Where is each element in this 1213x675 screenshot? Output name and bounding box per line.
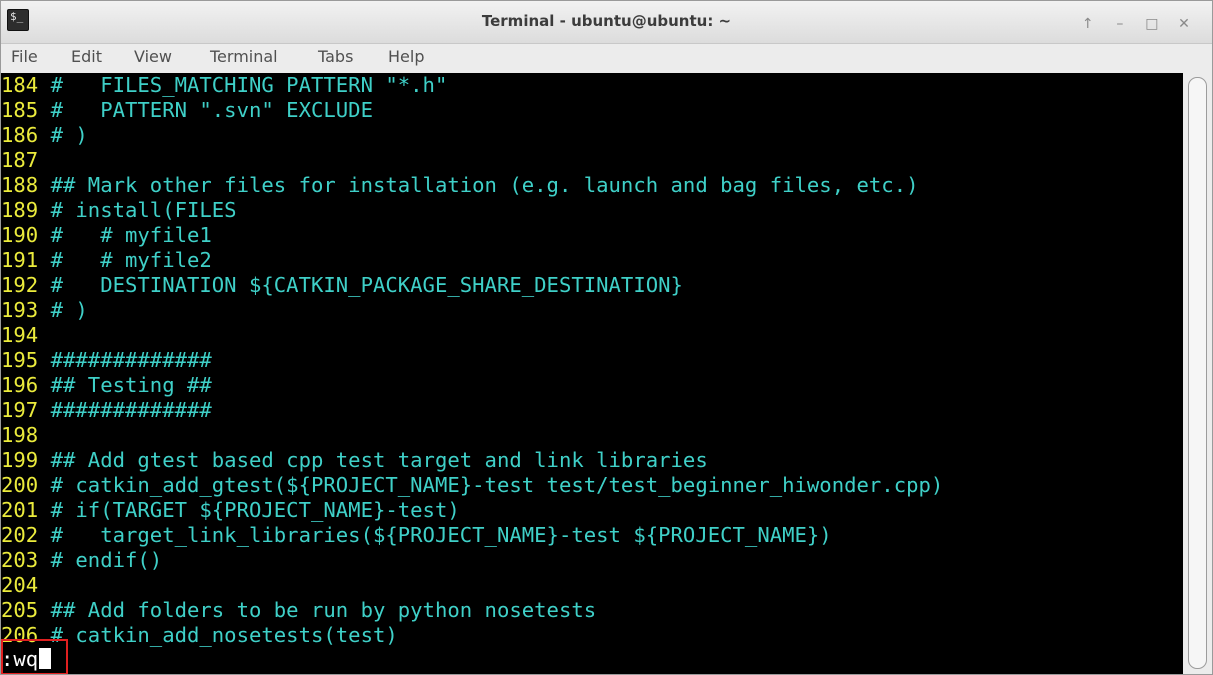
code-line: 194 — [1, 323, 38, 348]
menu-file[interactable]: File — [11, 47, 38, 66]
line-number: 205 — [1, 598, 39, 622]
code-line: 191 # # myfile2 — [1, 248, 212, 273]
line-number: 193 — [1, 298, 39, 322]
menu-terminal[interactable]: Terminal — [210, 47, 278, 66]
code-line: 189 # install(FILES — [1, 198, 237, 223]
line-number: 195 — [1, 348, 39, 372]
code-line: 203 # endif() — [1, 548, 162, 573]
line-number: 201 — [1, 498, 39, 522]
menu-tabs[interactable]: Tabs — [318, 47, 353, 66]
line-number: 187 — [1, 148, 39, 172]
menu-bar: File Edit View Terminal Tabs Help — [1, 44, 1212, 72]
code-line: 184 # FILES_MATCHING PATTERN "*.h" — [1, 73, 447, 98]
code-line: 193 # ) — [1, 298, 88, 323]
line-text: ############# — [38, 348, 212, 372]
code-line: 195 ############# — [1, 348, 212, 373]
line-number: 202 — [1, 523, 39, 547]
code-line: 187 — [1, 148, 38, 173]
line-text: # # myfile2 — [38, 248, 212, 272]
line-text: # install(FILES — [38, 198, 237, 222]
scrollbar-thumb[interactable] — [1188, 77, 1207, 669]
line-text: ## Add folders to be run by python noset… — [38, 598, 597, 622]
line-text: # endif() — [38, 548, 163, 572]
line-text: ############# — [38, 398, 212, 422]
line-text: ## Add gtest based cpp test target and l… — [38, 448, 708, 472]
code-line: 198 — [1, 423, 38, 448]
line-text: # if(TARGET ${PROJECT_NAME}-test) — [38, 498, 460, 522]
line-number: 188 — [1, 173, 39, 197]
line-text: ## Testing ## — [38, 373, 212, 397]
code-line: 186 # ) — [1, 123, 88, 148]
minimize-icon[interactable]: – — [1108, 15, 1132, 33]
line-text: # DESTINATION ${CATKIN_PACKAGE_SHARE_DES… — [38, 273, 683, 297]
line-number: 185 — [1, 98, 39, 122]
line-number: 192 — [1, 273, 39, 297]
line-number: 186 — [1, 123, 39, 147]
keep-above-icon[interactable]: ↑ — [1076, 15, 1100, 33]
line-number: 196 — [1, 373, 39, 397]
line-number: 184 — [1, 73, 39, 97]
line-number: 197 — [1, 398, 39, 422]
line-text: # target_link_libraries(${PROJECT_NAME}-… — [38, 523, 832, 547]
code-line: 202 # target_link_libraries(${PROJECT_NA… — [1, 523, 832, 548]
terminal-window: $_ Terminal - ubuntu@ubuntu: ~ ↑ – □ ✕ F… — [0, 0, 1213, 675]
line-text: # ) — [38, 123, 88, 147]
line-text: # # myfile1 — [38, 223, 212, 247]
menu-edit[interactable]: Edit — [71, 47, 102, 66]
highlight-box — [1, 639, 68, 674]
code-line: 201 # if(TARGET ${PROJECT_NAME}-test) — [1, 498, 460, 523]
terminal-content[interactable]: 184 # FILES_MATCHING PATTERN "*.h" 185 #… — [1, 73, 1183, 674]
code-line: 190 # # myfile1 — [1, 223, 212, 248]
code-line: 197 ############# — [1, 398, 212, 423]
code-line: 200 # catkin_add_gtest(${PROJECT_NAME}-t… — [1, 473, 943, 498]
code-line: 192 # DESTINATION ${CATKIN_PACKAGE_SHARE… — [1, 273, 683, 298]
line-text: # catkin_add_gtest(${PROJECT_NAME}-test … — [38, 473, 944, 497]
close-icon[interactable]: ✕ — [1172, 15, 1196, 33]
line-text: ## Mark other files for installation (e.… — [38, 173, 919, 197]
line-number: 191 — [1, 248, 39, 272]
line-number: 203 — [1, 548, 39, 572]
code-line: 185 # PATTERN ".svn" EXCLUDE — [1, 98, 373, 123]
window-controls: ↑ – □ ✕ — [1073, 13, 1196, 33]
line-text: # ) — [38, 298, 88, 322]
scrollbar[interactable] — [1184, 73, 1212, 674]
code-line: 205 ## Add folders to be run by python n… — [1, 598, 596, 623]
line-text: # catkin_add_nosetests(test) — [38, 623, 398, 647]
window-title: Terminal - ubuntu@ubuntu: ~ — [481, 12, 732, 30]
code-line: 196 ## Testing ## — [1, 373, 212, 398]
line-number: 194 — [1, 323, 39, 347]
title-bar[interactable]: $_ Terminal - ubuntu@ubuntu: ~ ↑ – □ ✕ — [1, 1, 1212, 44]
line-number: 198 — [1, 423, 39, 447]
maximize-icon[interactable]: □ — [1140, 15, 1164, 33]
line-number: 204 — [1, 573, 39, 597]
code-line: 199 ## Add gtest based cpp test target a… — [1, 448, 708, 473]
line-number: 199 — [1, 448, 39, 472]
menu-view[interactable]: View — [134, 47, 172, 66]
line-text: # FILES_MATCHING PATTERN "*.h" — [38, 73, 448, 97]
line-number: 190 — [1, 223, 39, 247]
code-line: 204 — [1, 573, 38, 598]
line-number: 189 — [1, 198, 39, 222]
line-text: # PATTERN ".svn" EXCLUDE — [38, 98, 373, 122]
menu-help[interactable]: Help — [388, 47, 424, 66]
code-line: 188 ## Mark other files for installation… — [1, 173, 919, 198]
line-number: 200 — [1, 473, 39, 497]
